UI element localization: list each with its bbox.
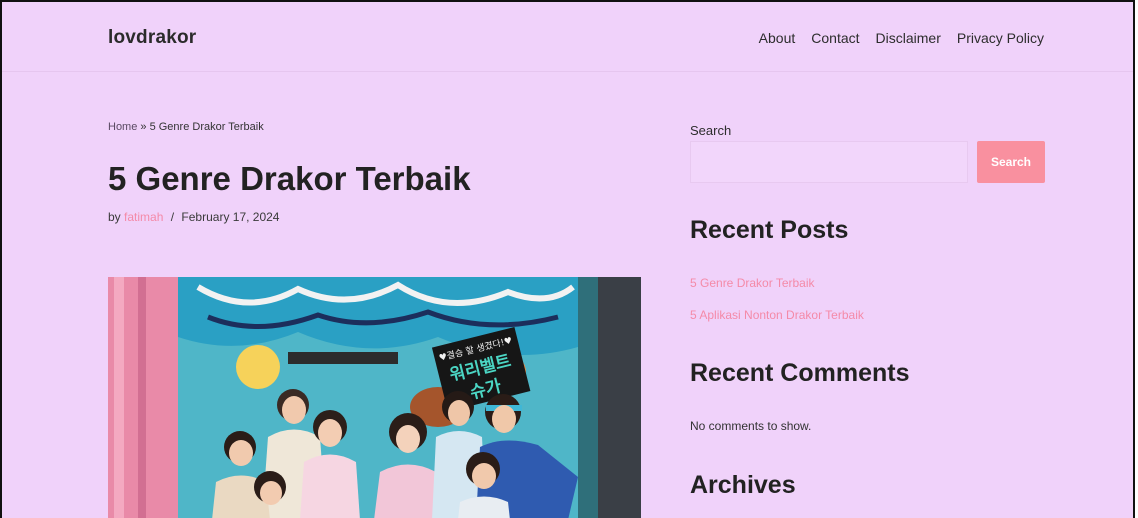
nav-about[interactable]: About bbox=[759, 30, 796, 46]
post-meta: by fatimah / February 17, 2024 bbox=[108, 210, 279, 224]
archives-heading: Archives bbox=[690, 471, 796, 499]
breadcrumb-separator: » bbox=[137, 121, 150, 133]
post-title: 5 Genre Drakor Terbaik bbox=[108, 160, 471, 197]
breadcrumb-home[interactable]: Home bbox=[108, 121, 137, 133]
search-input[interactable] bbox=[690, 141, 968, 183]
recent-post-link[interactable]: 5 Aplikasi Nonton Drakor Terbaik bbox=[690, 308, 864, 322]
recent-comments-heading: Recent Comments bbox=[690, 359, 910, 387]
search-button[interactable]: Search bbox=[977, 141, 1045, 183]
recent-post-link[interactable]: 5 Genre Drakor Terbaik bbox=[690, 276, 815, 290]
browser-page: lovdrakor About Contact Disclaimer Priva… bbox=[0, 0, 1135, 518]
main-nav: About Contact Disclaimer Privacy Policy bbox=[759, 30, 1044, 46]
recent-posts-heading: Recent Posts bbox=[690, 216, 849, 244]
featured-image: ♥결승 할 생겼다!♥ 워리벨트 슈가 bbox=[108, 277, 641, 518]
meta-by: by bbox=[108, 210, 121, 224]
post-date: February 17, 2024 bbox=[181, 210, 280, 224]
site-header: lovdrakor About Contact Disclaimer Priva… bbox=[2, 2, 1133, 72]
nav-disclaimer[interactable]: Disclaimer bbox=[876, 30, 941, 46]
nav-privacy-policy[interactable]: Privacy Policy bbox=[957, 30, 1044, 46]
breadcrumb: Home » 5 Genre Drakor Terbaik bbox=[108, 121, 264, 133]
no-comments-text: No comments to show. bbox=[690, 419, 812, 433]
post-author-link[interactable]: fatimah bbox=[124, 210, 163, 224]
breadcrumb-current: 5 Genre Drakor Terbaik bbox=[149, 121, 264, 133]
search-label: Search bbox=[690, 123, 732, 138]
meta-separator: / bbox=[170, 210, 175, 224]
nav-contact[interactable]: Contact bbox=[811, 30, 859, 46]
site-logo[interactable]: lovdrakor bbox=[108, 27, 196, 49]
